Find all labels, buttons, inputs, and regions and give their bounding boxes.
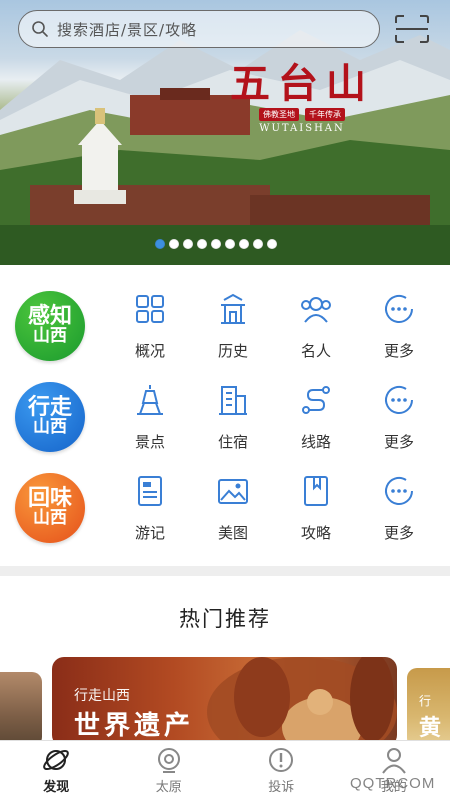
category-item-label: 攻略 <box>300 524 331 542</box>
user-icon <box>381 748 406 774</box>
badge-line2: 山西 <box>32 326 67 346</box>
next-card[interactable]: 行 黄 <box>407 668 450 748</box>
category-item-label: 更多 <box>383 433 414 451</box>
route-icon <box>302 386 330 414</box>
category-item[interactable]: 游记 <box>115 474 185 554</box>
category-item[interactable]: 线路 <box>281 383 351 463</box>
banner-pinyin: WUTAISHAN <box>259 123 345 134</box>
category-item-label: 游记 <box>134 524 165 542</box>
tab-item[interactable]: 太原 <box>113 741 226 800</box>
watermark: QQTRCOM <box>350 775 436 792</box>
bookmark-icon <box>304 476 328 506</box>
hero-banner[interactable]: 搜索酒店/景区/攻略 五台山 佛教圣地 千年传承 WUTAISHAN <box>0 0 450 265</box>
category-item-label: 名人 <box>300 342 331 360</box>
category-item-label: 概况 <box>134 342 165 360</box>
badge-line1: 回味 <box>27 485 72 511</box>
search-placeholder: 搜索酒店/景区/攻略 <box>57 20 198 39</box>
carousel-dot[interactable] <box>239 239 249 249</box>
prev-card[interactable] <box>0 672 42 747</box>
category-item-label: 住宿 <box>217 433 248 451</box>
more-icon <box>385 386 413 414</box>
badge-line2: 山西 <box>32 417 67 437</box>
building-icon <box>219 386 247 415</box>
carousel-dot[interactable] <box>267 239 277 249</box>
category-item[interactable]: 景点 <box>115 383 185 463</box>
alert-icon <box>269 748 294 772</box>
carousel-dot[interactable] <box>225 239 235 249</box>
category-item-label: 更多 <box>383 524 414 542</box>
carousel-dot[interactable] <box>253 239 263 249</box>
scan-icon <box>395 15 429 43</box>
category-item[interactable]: 更多 <box>364 383 434 463</box>
category-item[interactable]: 美图 <box>198 474 268 554</box>
carousel-dot[interactable] <box>183 239 193 249</box>
recommend-card[interactable]: 行走山西 世界遗产 <box>52 657 397 747</box>
search-input[interactable]: 搜索酒店/景区/攻略 <box>18 10 380 48</box>
banner-tag-right: 千年传承 <box>305 108 345 121</box>
card-kicker: 行走山西 <box>74 688 130 704</box>
tab-label: 发现 <box>43 780 70 795</box>
category-item-label: 更多 <box>383 342 414 360</box>
carousel-dot[interactable] <box>211 239 221 249</box>
travelog-icon <box>138 476 162 506</box>
badge-line1: 行走 <box>27 394 72 420</box>
banner-tag-left: 佛教圣地 <box>259 108 299 121</box>
category-item[interactable]: 更多 <box>364 474 434 554</box>
category-badge[interactable]: 行走 山西 <box>15 382 85 452</box>
category-item[interactable]: 概况 <box>115 292 185 372</box>
category-grid: 感知 山西 概况 历史 名人 更多 行走 山西 景点 住宿 线路 更多 回味 山… <box>0 265 450 565</box>
category-item[interactable]: 名人 <box>281 292 351 372</box>
carousel-dot[interactable] <box>155 239 165 249</box>
hot-section-title: 热门推荐 <box>179 607 271 631</box>
category-item-label: 景点 <box>134 433 165 451</box>
next-card-kicker: 行 <box>419 694 432 708</box>
category-item[interactable]: 住宿 <box>198 383 268 463</box>
tab-item[interactable]: 投诉 <box>225 741 338 800</box>
photo-icon <box>218 479 248 504</box>
temple-icon <box>221 293 245 324</box>
people-icon <box>301 297 331 323</box>
scan-button[interactable] <box>392 12 432 46</box>
tab-item[interactable]: 发现 <box>0 741 113 800</box>
carousel-dot[interactable] <box>169 239 179 249</box>
category-item[interactable]: 更多 <box>364 292 434 372</box>
badge-line1: 感知 <box>27 303 72 329</box>
category-item[interactable]: 攻略 <box>281 474 351 554</box>
category-item-label: 美图 <box>217 524 248 542</box>
category-item-label: 历史 <box>217 342 248 360</box>
category-item-label: 线路 <box>300 433 331 451</box>
carousel-dot[interactable] <box>197 239 207 249</box>
carousel-dots[interactable] <box>155 239 277 249</box>
tab-label: 投诉 <box>268 780 295 795</box>
location-icon <box>157 748 180 773</box>
badge-line2: 山西 <box>32 508 67 528</box>
tab-label: 太原 <box>155 780 182 795</box>
grid-icon <box>136 295 164 323</box>
category-item[interactable]: 历史 <box>198 292 268 372</box>
more-icon <box>385 295 413 323</box>
planet-icon <box>43 749 70 771</box>
card-heading: 世界遗产 <box>74 711 195 741</box>
category-badge[interactable]: 回味 山西 <box>15 473 85 543</box>
next-card-heading: 黄 <box>419 715 442 741</box>
tower-icon <box>137 385 163 415</box>
banner-title: 五台山 <box>230 60 374 107</box>
category-badge[interactable]: 感知 山西 <box>15 291 85 361</box>
search-icon <box>32 21 48 37</box>
banner-brand: 五台山 佛教圣地 千年传承 WUTAISHAN <box>212 60 392 135</box>
more-icon <box>385 477 413 505</box>
section-divider <box>0 566 450 576</box>
